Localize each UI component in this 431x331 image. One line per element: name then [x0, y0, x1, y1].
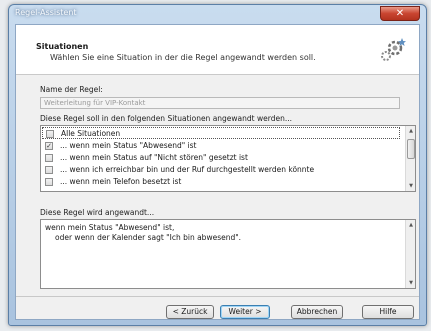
rule-name-label: Name der Regel:	[40, 85, 103, 94]
close-icon: ✕	[395, 8, 405, 19]
wizard-gear-icon	[381, 38, 406, 61]
list-item-label: Alle Situationen	[61, 129, 121, 138]
list-item[interactable]: ... wenn mein Telefon besetzt ist	[42, 176, 400, 188]
checkbox[interactable]	[45, 166, 53, 174]
window-title: Regel-Assistent	[15, 8, 77, 17]
wizard-header: Situationen Wählen Sie eine Situation in…	[16, 25, 419, 75]
wizard-client-area: Situationen Wählen Sie eine Situation in…	[15, 24, 420, 320]
description-line: oder wenn der Kalender sagt "Ich bin abw…	[55, 233, 242, 242]
title-bar[interactable]: Regel-Assistent ✕	[9, 5, 426, 23]
description-label: Diese Regel wird angewandt...	[40, 208, 155, 217]
back-button[interactable]: < Zurück	[166, 305, 214, 319]
checkbox[interactable]	[46, 130, 54, 138]
description-line: wenn mein Status "Abwesend" ist,	[45, 223, 175, 232]
list-item-label: ... wenn mein Status "Abwesend" ist	[60, 141, 197, 150]
list-item-label: ... wenn ich erreichbar bin und der Ruf …	[60, 165, 315, 174]
checkbox[interactable]	[45, 154, 53, 162]
button-separator	[16, 296, 419, 297]
scroll-down-icon[interactable]: ▼	[407, 279, 415, 287]
cancel-button[interactable]: Abbrechen	[291, 305, 343, 319]
page-subtitle: Wählen Sie eine Situation in der die Reg…	[50, 53, 316, 62]
checkbox[interactable]	[45, 178, 53, 186]
list-item[interactable]: ... wenn ich erreichbar bin und der Ruf …	[42, 164, 400, 176]
list-item-label: ... wenn mein Status auf "Nicht stören" …	[60, 153, 248, 162]
list-item-label: ... wenn mein Telefon besetzt ist	[60, 177, 182, 186]
checkbox[interactable]: ✓	[45, 142, 53, 150]
situations-label: Diese Regel soll in den folgenden Situat…	[40, 114, 292, 123]
wizard-window: Regel-Assistent ✕ Situationen Wählen Sie…	[8, 4, 427, 326]
scroll-thumb[interactable]	[407, 139, 415, 159]
page-title: Situationen	[36, 42, 89, 51]
next-button[interactable]: Weiter >	[220, 305, 270, 319]
close-button[interactable]: ✕	[380, 6, 420, 21]
list-item[interactable]: ... wenn mein Status auf "Nicht stören" …	[42, 152, 400, 164]
description-scrollbar[interactable]: ▲ ▼	[405, 220, 415, 288]
scroll-up-icon[interactable]: ▲	[407, 127, 415, 135]
scroll-down-icon[interactable]: ▼	[407, 182, 415, 190]
list-item[interactable]: Alle Situationen	[42, 127, 400, 139]
situations-scrollbar[interactable]: ▲ ▼	[405, 126, 415, 191]
rule-name-field[interactable]: Weiterleitung für VIP-Kontakt	[40, 97, 400, 109]
help-button[interactable]: Hilfe	[362, 305, 414, 319]
scroll-up-icon[interactable]: ▲	[407, 221, 415, 229]
rule-description: wenn mein Status "Abwesend" ist, oder we…	[40, 219, 416, 289]
situations-list[interactable]: Alle Situationen ✓ ... wenn mein Status …	[40, 125, 416, 192]
list-item[interactable]: ✓ ... wenn mein Status "Abwesend" ist	[42, 140, 400, 152]
